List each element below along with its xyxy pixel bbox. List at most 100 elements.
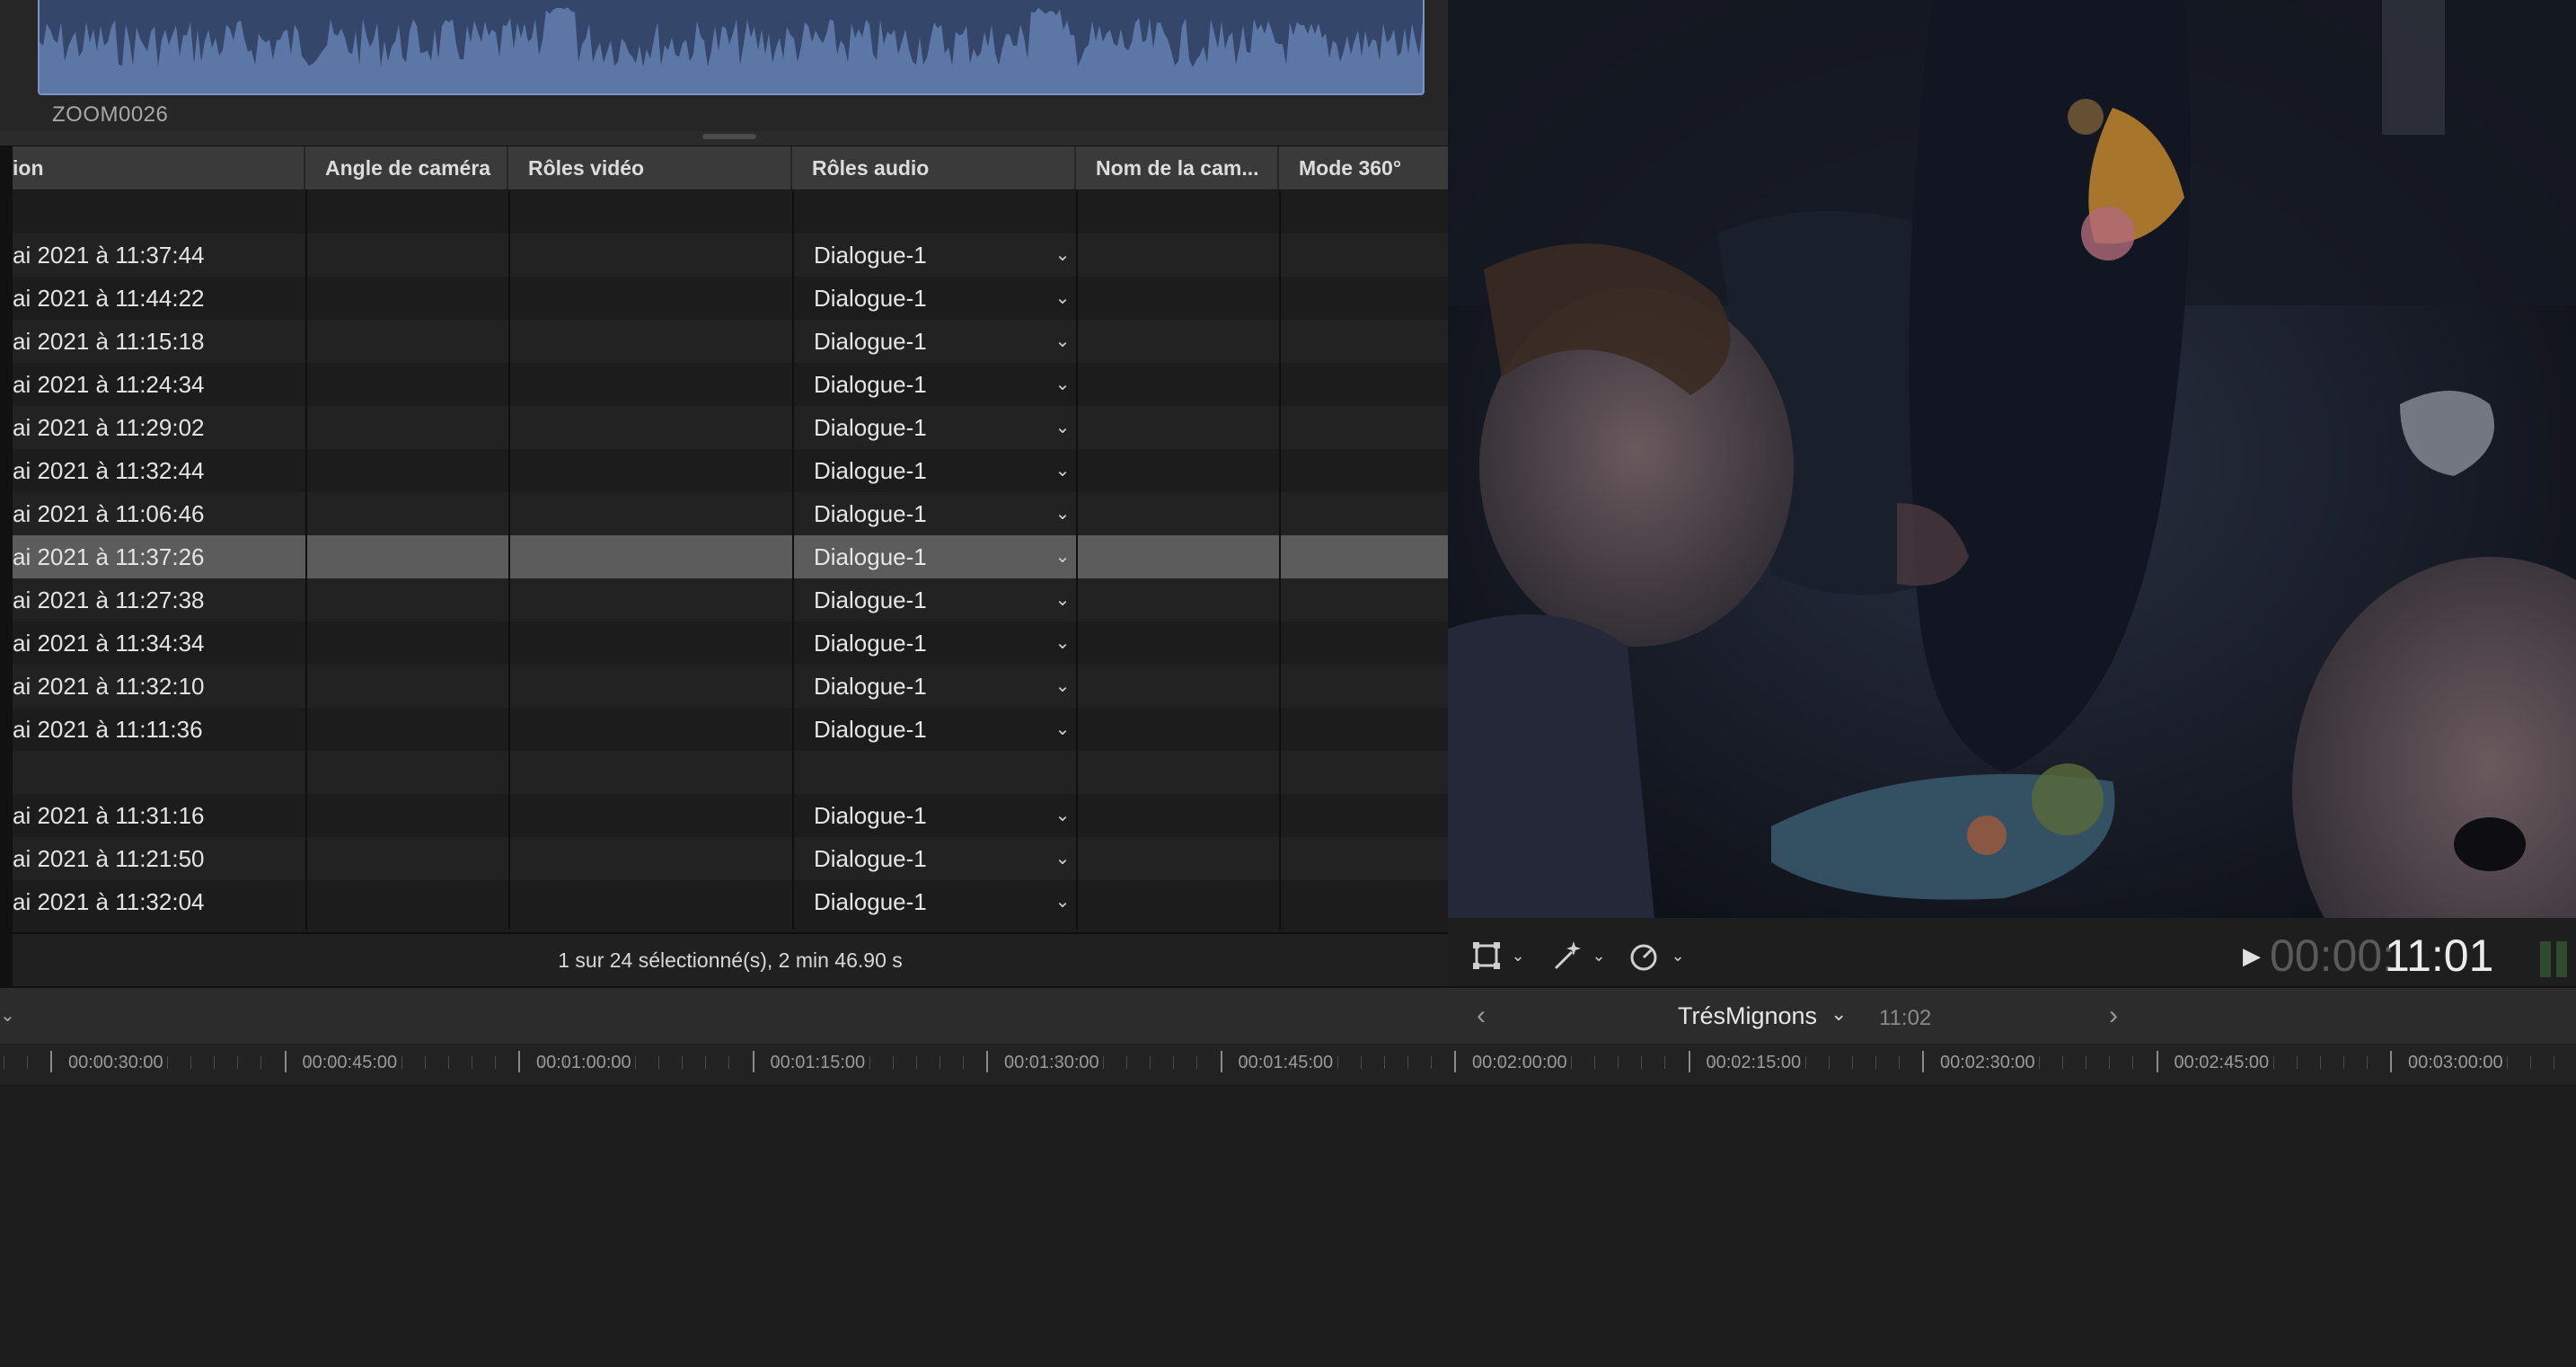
table-row[interactable]: ai 2021 à 11:31:16 Dialogue-1 ⌄ [13, 794, 1448, 837]
column-header-camera-name[interactable]: Nom de la cam... [1076, 146, 1279, 190]
column-divider [1076, 190, 1078, 930]
ruler-minor-tick [869, 1056, 870, 1069]
ruler-minor-tick [2062, 1056, 2064, 1069]
table-row[interactable]: ai 2021 à 11:24:34 Dialogue-1 ⌄ [13, 363, 1448, 406]
column-header-video-roles[interactable]: Rôles vidéo [508, 146, 792, 190]
table-row[interactable]: ai 2021 à 11:11:36 Dialogue-1 ⌄ [13, 708, 1448, 751]
play-icon[interactable]: ▶ [2238, 939, 2265, 972]
previous-project-icon[interactable]: ‹ [1477, 1001, 1486, 1031]
chevron-down-icon[interactable]: ⌄ [1049, 794, 1076, 837]
timeline-tracks[interactable] [0, 1086, 2576, 1367]
ruler-major-tick [1454, 1051, 1456, 1072]
ruler-minor-tick [2366, 1056, 2368, 1069]
chevron-down-icon[interactable]: ⌄ [1049, 880, 1076, 923]
column-header-camera-angle[interactable]: Angle de caméra [305, 146, 508, 190]
audio-role-dropdown[interactable]: Dialogue-1 ⌄ [814, 578, 1076, 622]
column-header-mode-360[interactable]: Mode 360° [1279, 146, 1448, 190]
ruler-minor-tick [447, 1056, 449, 1069]
chevron-down-icon[interactable]: ⌄ [1049, 363, 1076, 406]
audio-role-value: Dialogue-1 [814, 845, 927, 872]
browser-status-bar: 1 sur 24 sélectionné(s), 2 min 46.90 s [13, 932, 1448, 986]
ruler-minor-tick [1196, 1056, 1198, 1069]
ruler-minor-tick [190, 1056, 192, 1069]
ruler-minor-tick [915, 1056, 917, 1069]
ruler-label: 00:01:15:00 [770, 1053, 866, 1072]
ruler-minor-tick [2319, 1056, 2321, 1069]
column-header-audio-roles[interactable]: Rôles audio [792, 146, 1076, 190]
table-row[interactable]: ai 2021 à 11:27:38 Dialogue-1 ⌄ [13, 578, 1448, 622]
audio-role-dropdown[interactable]: Dialogue-1 ⌄ [814, 535, 1076, 578]
chevron-down-icon[interactable]: ⌄ [1049, 492, 1076, 535]
ruler-major-tick [518, 1051, 520, 1072]
table-row-selected[interactable]: ai 2021 à 11:37:26 Dialogue-1 ⌄ [13, 535, 1448, 578]
table-row[interactable]: ai 2021 à 11:21:50 Dialogue-1 ⌄ [13, 837, 1448, 880]
audio-role-dropdown[interactable]: Dialogue-1 ⌄ [814, 449, 1076, 492]
chevron-down-icon[interactable]: ⌄ [1049, 665, 1076, 708]
ruler-label: 00:01:45:00 [1238, 1053, 1334, 1072]
resize-handle[interactable] [702, 134, 756, 139]
audio-role-dropdown[interactable]: Dialogue-1 ⌄ [814, 880, 1076, 923]
next-project-icon[interactable]: › [2109, 1001, 2118, 1031]
table-row[interactable]: ai 2021 à 11:32:04 Dialogue-1 ⌄ [13, 880, 1448, 923]
chevron-down-icon[interactable]: ⌄ [1049, 578, 1076, 622]
retime-menu-chevron-icon[interactable]: ⌄ [1669, 938, 1687, 974]
enhance-wand-icon[interactable] [1548, 938, 1584, 974]
chevron-down-icon[interactable]: ⌄ [1049, 449, 1076, 492]
chevron-down-icon[interactable]: ⌄ [1049, 320, 1076, 363]
cell-date: ai 2021 à 11:06:46 [13, 500, 205, 527]
audio-role-value: Dialogue-1 [814, 371, 927, 398]
chevron-down-icon[interactable]: ⌄ [1049, 535, 1076, 578]
audio-role-dropdown[interactable]: Dialogue-1 ⌄ [814, 320, 1076, 363]
audio-role-dropdown[interactable]: Dialogue-1 ⌄ [814, 363, 1076, 406]
chevron-down-icon[interactable]: ⌄ [1049, 277, 1076, 320]
column-header-date[interactable]: ion [13, 146, 305, 190]
timeline-ruler[interactable]: 00:00:30:00 00:00:45:00 00:01:00:00 00:01:1… [0, 1044, 2576, 1086]
ruler-minor-tick [2530, 1056, 2532, 1069]
audio-role-dropdown[interactable]: Dialogue-1 ⌄ [814, 794, 1076, 837]
cell-date: ai 2021 à 11:37:26 [13, 543, 205, 570]
audio-role-value: Dialogue-1 [814, 586, 927, 613]
clip-filmstrip[interactable]: ZOOM0026 [0, 0, 1448, 133]
column-divider [792, 190, 794, 930]
chevron-down-icon[interactable]: ⌄ [1049, 708, 1076, 751]
chevron-down-icon[interactable]: ⌄ [1049, 234, 1076, 277]
ruler-label: 00:02:30:00 [1940, 1053, 2035, 1072]
chevron-down-icon[interactable]: ⌄ [1049, 406, 1076, 449]
table-row[interactable]: ai 2021 à 11:44:22 Dialogue-1 ⌄ [13, 277, 1448, 320]
table-row[interactable]: ai 2021 à 11:29:02 Dialogue-1 ⌄ [13, 406, 1448, 449]
audio-role-dropdown[interactable]: Dialogue-1 ⌄ [814, 837, 1076, 880]
ruler-label: 00:02:15:00 [1706, 1053, 1802, 1072]
ruler-major-tick [752, 1051, 754, 1072]
project-name[interactable]: TrésMignons [1678, 1002, 1817, 1030]
cell-date: ai 2021 à 11:27:38 [13, 586, 205, 613]
audio-role-dropdown[interactable]: Dialogue-1 ⌄ [814, 708, 1076, 751]
audio-role-dropdown[interactable]: Dialogue-1 ⌄ [814, 406, 1076, 449]
transform-menu-chevron-icon[interactable]: ⌄ [1509, 938, 1527, 974]
table-row[interactable] [13, 190, 1448, 234]
speed-retime-icon[interactable] [1626, 938, 1662, 974]
transform-icon[interactable] [1469, 938, 1505, 974]
table-row[interactable]: ai 2021 à 11:34:34 Dialogue-1 ⌄ [13, 622, 1448, 665]
enhance-menu-chevron-icon[interactable]: ⌄ [1590, 938, 1608, 974]
audio-role-dropdown[interactable]: Dialogue-1 ⌄ [814, 492, 1076, 535]
chevron-down-icon[interactable]: ⌄ [1049, 837, 1076, 880]
audio-waveform-clip[interactable] [38, 0, 1425, 95]
project-menu-chevron-icon[interactable]: ⌄ [1831, 1002, 1847, 1026]
table-row[interactable]: ai 2021 à 11:32:10 Dialogue-1 ⌄ [13, 665, 1448, 708]
table-row[interactable] [13, 751, 1448, 794]
audio-role-dropdown[interactable]: Dialogue-1 ⌄ [814, 277, 1076, 320]
table-row[interactable]: ai 2021 à 11:32:44 Dialogue-1 ⌄ [13, 449, 1448, 492]
video-viewer[interactable] [1448, 0, 2576, 918]
table-row[interactable]: ai 2021 à 11:06:46 Dialogue-1 ⌄ [13, 492, 1448, 535]
ruler-minor-tick [1360, 1056, 1362, 1069]
audio-role-dropdown[interactable]: Dialogue-1 ⌄ [814, 234, 1076, 277]
ruler-minor-tick [1126, 1056, 1128, 1069]
chevron-down-icon[interactable]: ⌄ [1049, 622, 1076, 665]
table-row[interactable]: ai 2021 à 11:15:18 Dialogue-1 ⌄ [13, 320, 1448, 363]
audio-role-dropdown[interactable]: Dialogue-1 ⌄ [814, 622, 1076, 665]
audio-role-dropdown[interactable]: Dialogue-1 ⌄ [814, 665, 1076, 708]
table-left-edge [0, 146, 13, 986]
table-row[interactable]: ai 2021 à 11:37:44 Dialogue-1 ⌄ [13, 234, 1448, 277]
browser-panel: ZOOM0026 ion Angle de caméra Rôles vidéo… [0, 0, 1448, 986]
ruler-minor-tick [1571, 1056, 1573, 1069]
